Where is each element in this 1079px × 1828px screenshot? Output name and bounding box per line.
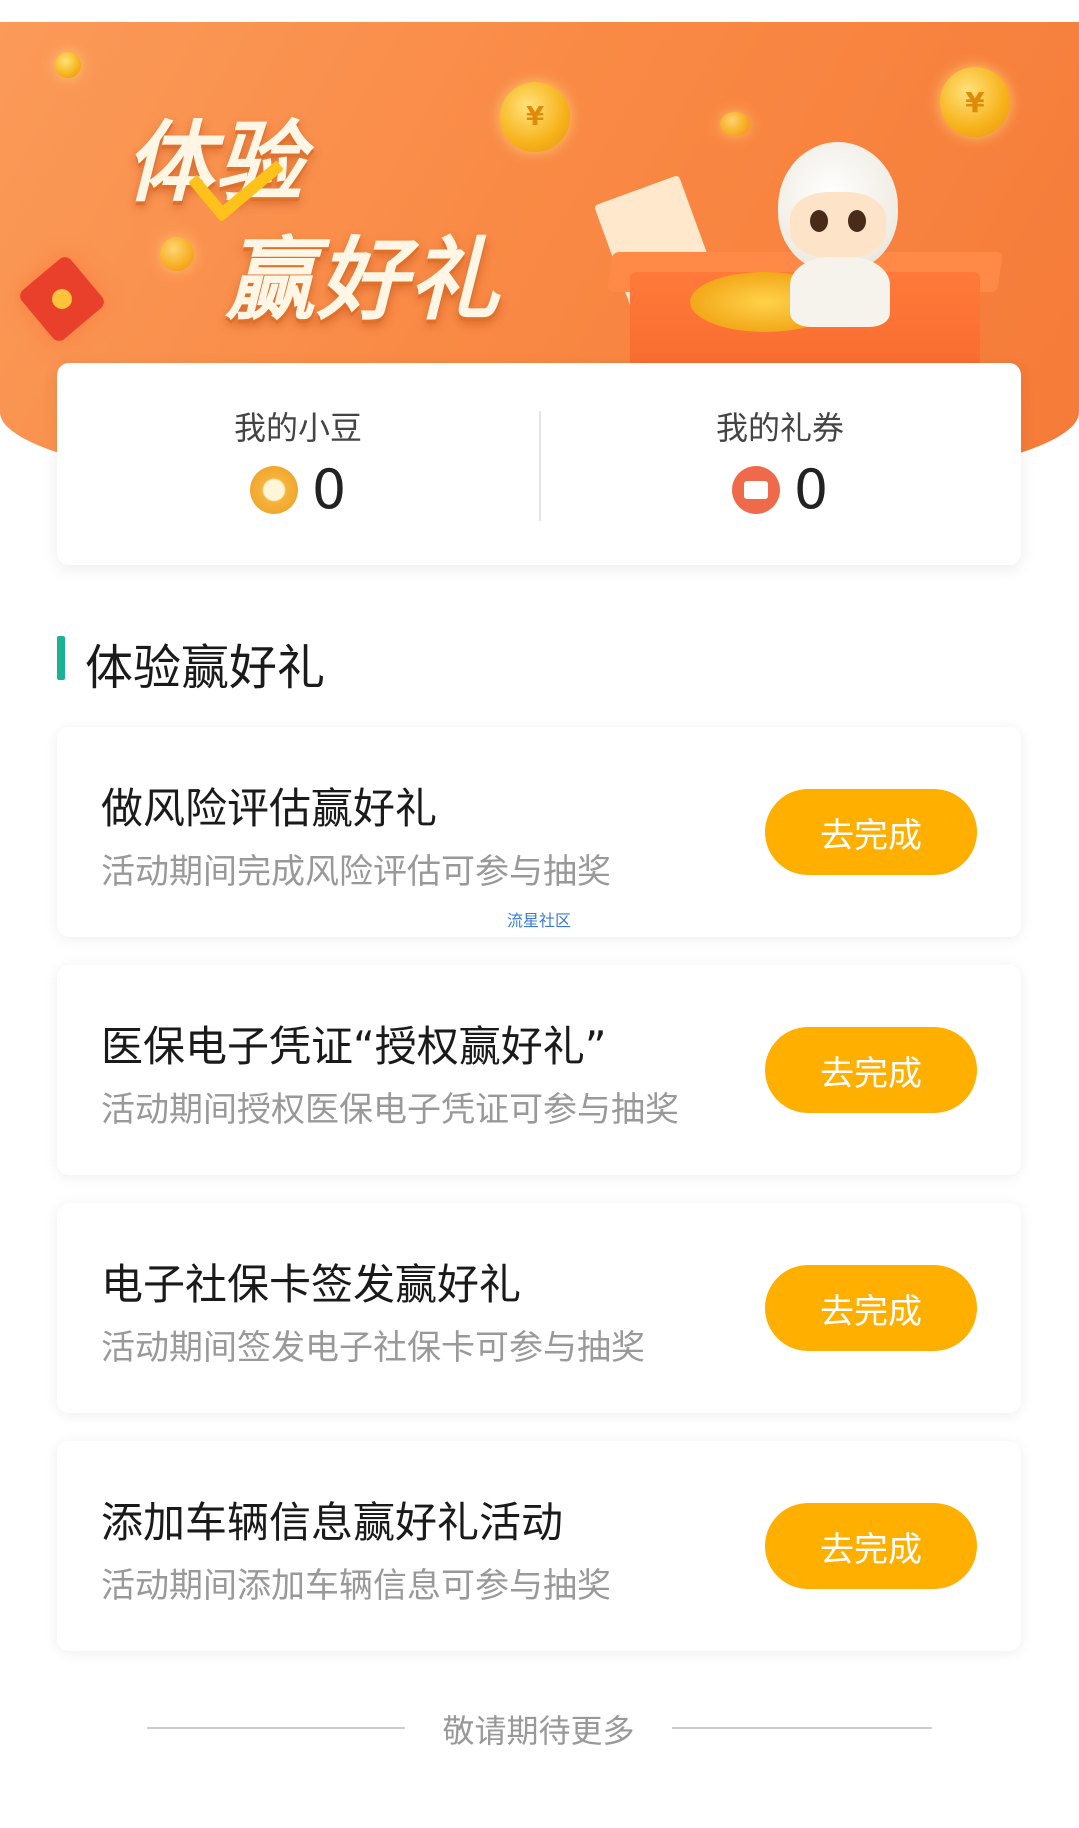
beans-value-row: 0 [57,458,539,521]
task-title: 做风险评估赢好礼 [101,784,438,833]
footer-more-coming: 敬请期待更多 [442,1712,635,1750]
footer-divider-left [147,1727,405,1729]
beans-asset[interactable]: 我的小豆 0 [57,363,539,565]
coin-icon [55,52,81,78]
yen-symbol: ¥ [525,102,545,132]
task-description: 活动期间完成风险评估可参与抽奖 [101,852,611,892]
complete-task-button[interactable]: 去完成 [765,1027,977,1113]
coin-icon: ¥ [940,67,1010,137]
watermark-text: 流星社区 [507,911,572,930]
coupons-value-row: 0 [539,458,1021,521]
task-card-social-security-card: 电子社保卡签发赢好礼 活动期间签发电子社保卡可参与抽奖 去完成 [57,1203,1021,1413]
complete-task-button[interactable]: 去完成 [765,1265,977,1351]
task-title: 电子社保卡签发赢好礼 [101,1260,522,1309]
task-description: 活动期间添加车辆信息可参与抽奖 [101,1566,611,1606]
footer-divider-right [672,1727,932,1729]
task-card-medical-insurance: 医保电子凭证“授权赢好礼” 活动期间授权医保电子凭证可参与抽奖 去完成 [57,965,1021,1175]
beans-value: 0 [311,458,347,521]
complete-task-button[interactable]: 去完成 [765,1503,977,1589]
bean-icon [249,465,298,514]
mascot-eye [810,210,828,232]
yen-symbol: ¥ [965,85,985,119]
page: ¥ ¥ 体验 赢好礼 我的小豆 0 我的礼券 0 体验赢好礼 做风险评估赢好礼 … [0,0,1079,1828]
coin-icon [720,112,750,136]
coin-icon: ¥ [500,82,570,152]
red-packet-icon [16,253,108,345]
task-card-risk-assessment: 做风险评估赢好礼 活动期间完成风险评估可参与抽奖 去完成 流星社区 [57,727,1021,937]
task-title: 医保电子凭证“授权赢好礼” [101,1022,607,1071]
beans-label: 我的小豆 [233,409,362,447]
coin-icon [160,237,194,271]
mascot-body [790,257,890,327]
coupons-label: 我的礼券 [715,409,844,447]
banner-title-line2: 赢好礼 [225,228,501,333]
coupon-icon [731,465,780,514]
assets-card: 我的小豆 0 我的礼券 0 [57,363,1021,565]
task-card-vehicle-info: 添加车辆信息赢好礼活动 活动期间添加车辆信息可参与抽奖 去完成 [57,1441,1021,1651]
coupons-value: 0 [793,458,829,521]
task-description: 活动期间授权医保电子凭证可参与抽奖 [101,1090,679,1130]
section-title: 体验赢好礼 [85,640,326,696]
coupons-asset[interactable]: 我的礼券 0 [539,363,1021,565]
mascot-face [790,192,886,258]
task-title: 添加车辆信息赢好礼活动 [101,1498,564,1547]
task-description: 活动期间签发电子社保卡可参与抽奖 [101,1328,645,1368]
section-accent-bar [57,636,65,680]
mascot-eye [848,210,866,232]
complete-task-button[interactable]: 去完成 [765,789,977,875]
